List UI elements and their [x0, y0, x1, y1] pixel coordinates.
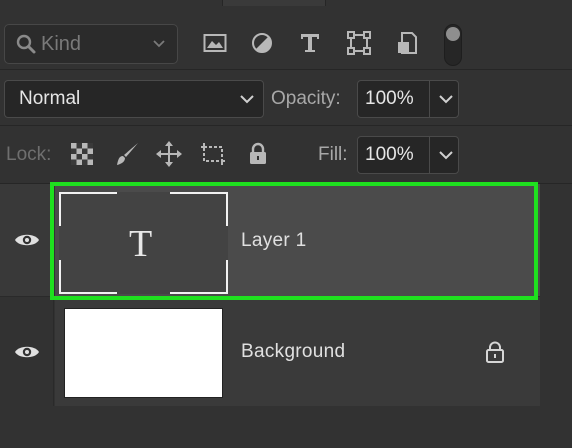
layer-row-layer-1[interactable]: T Layer 1 [0, 184, 572, 296]
layer-row-background[interactable]: Background [0, 296, 572, 406]
filter-row: Kind [0, 6, 572, 70]
fill-field[interactable]: 100% [357, 136, 459, 174]
panel-right-gutter [540, 184, 572, 406]
chevron-down-icon[interactable] [436, 145, 456, 165]
lock-position-icon[interactable] [155, 140, 183, 168]
lock-artboard-icon[interactable] [199, 140, 227, 168]
eye-icon[interactable] [14, 232, 40, 248]
filter-toggle-switch[interactable] [444, 24, 462, 66]
divider [429, 81, 430, 117]
panel-empty-area [0, 406, 572, 448]
layer-body[interactable]: Background [55, 297, 540, 406]
toggle-knob [446, 27, 460, 41]
lock-fill-row: Lock: Fill: 100% [0, 126, 572, 184]
layer-thumbnail-text[interactable]: T [59, 192, 228, 294]
text-layer-glyph: T [129, 223, 153, 265]
lock-image-pixels-icon[interactable] [113, 140, 141, 168]
chevron-down-icon [240, 95, 254, 104]
adjustment-filter-icon[interactable] [249, 30, 275, 56]
divider [429, 137, 430, 173]
chevron-down-icon [153, 40, 165, 48]
kind-filter-select[interactable]: Kind [4, 24, 178, 64]
smart-object-filter-icon[interactable] [394, 30, 420, 56]
image-filter-icon[interactable] [202, 30, 228, 56]
fill-value[interactable]: 100% [365, 144, 414, 166]
eye-icon[interactable] [14, 344, 40, 360]
layer-body[interactable]: T Layer 1 [55, 184, 540, 296]
blend-mode-select[interactable]: Normal [4, 80, 264, 118]
opacity-field[interactable]: 100% [357, 80, 459, 118]
search-icon [16, 34, 36, 54]
blend-opacity-row: Normal Opacity: 100% [0, 70, 572, 126]
lock-transparent-pixels-icon[interactable] [68, 140, 96, 168]
visibility-toggle[interactable] [0, 184, 54, 296]
shape-filter-icon[interactable] [346, 30, 372, 56]
lock-all-icon[interactable] [244, 140, 272, 168]
opacity-label: Opacity: [271, 88, 341, 109]
kind-filter-label: Kind [41, 32, 82, 55]
layer-name[interactable]: Background [241, 341, 345, 363]
lock-icon[interactable] [485, 341, 505, 363]
opacity-value[interactable]: 100% [365, 88, 414, 110]
type-filter-icon[interactable] [297, 30, 323, 56]
layer-name[interactable]: Layer 1 [241, 230, 306, 252]
lock-label: Lock: [6, 144, 52, 165]
layer-thumbnail-background[interactable] [64, 308, 223, 398]
fill-label: Fill: [318, 144, 348, 165]
visibility-toggle[interactable] [0, 297, 54, 406]
blend-mode-value: Normal [19, 88, 81, 109]
chevron-down-icon[interactable] [436, 89, 456, 109]
